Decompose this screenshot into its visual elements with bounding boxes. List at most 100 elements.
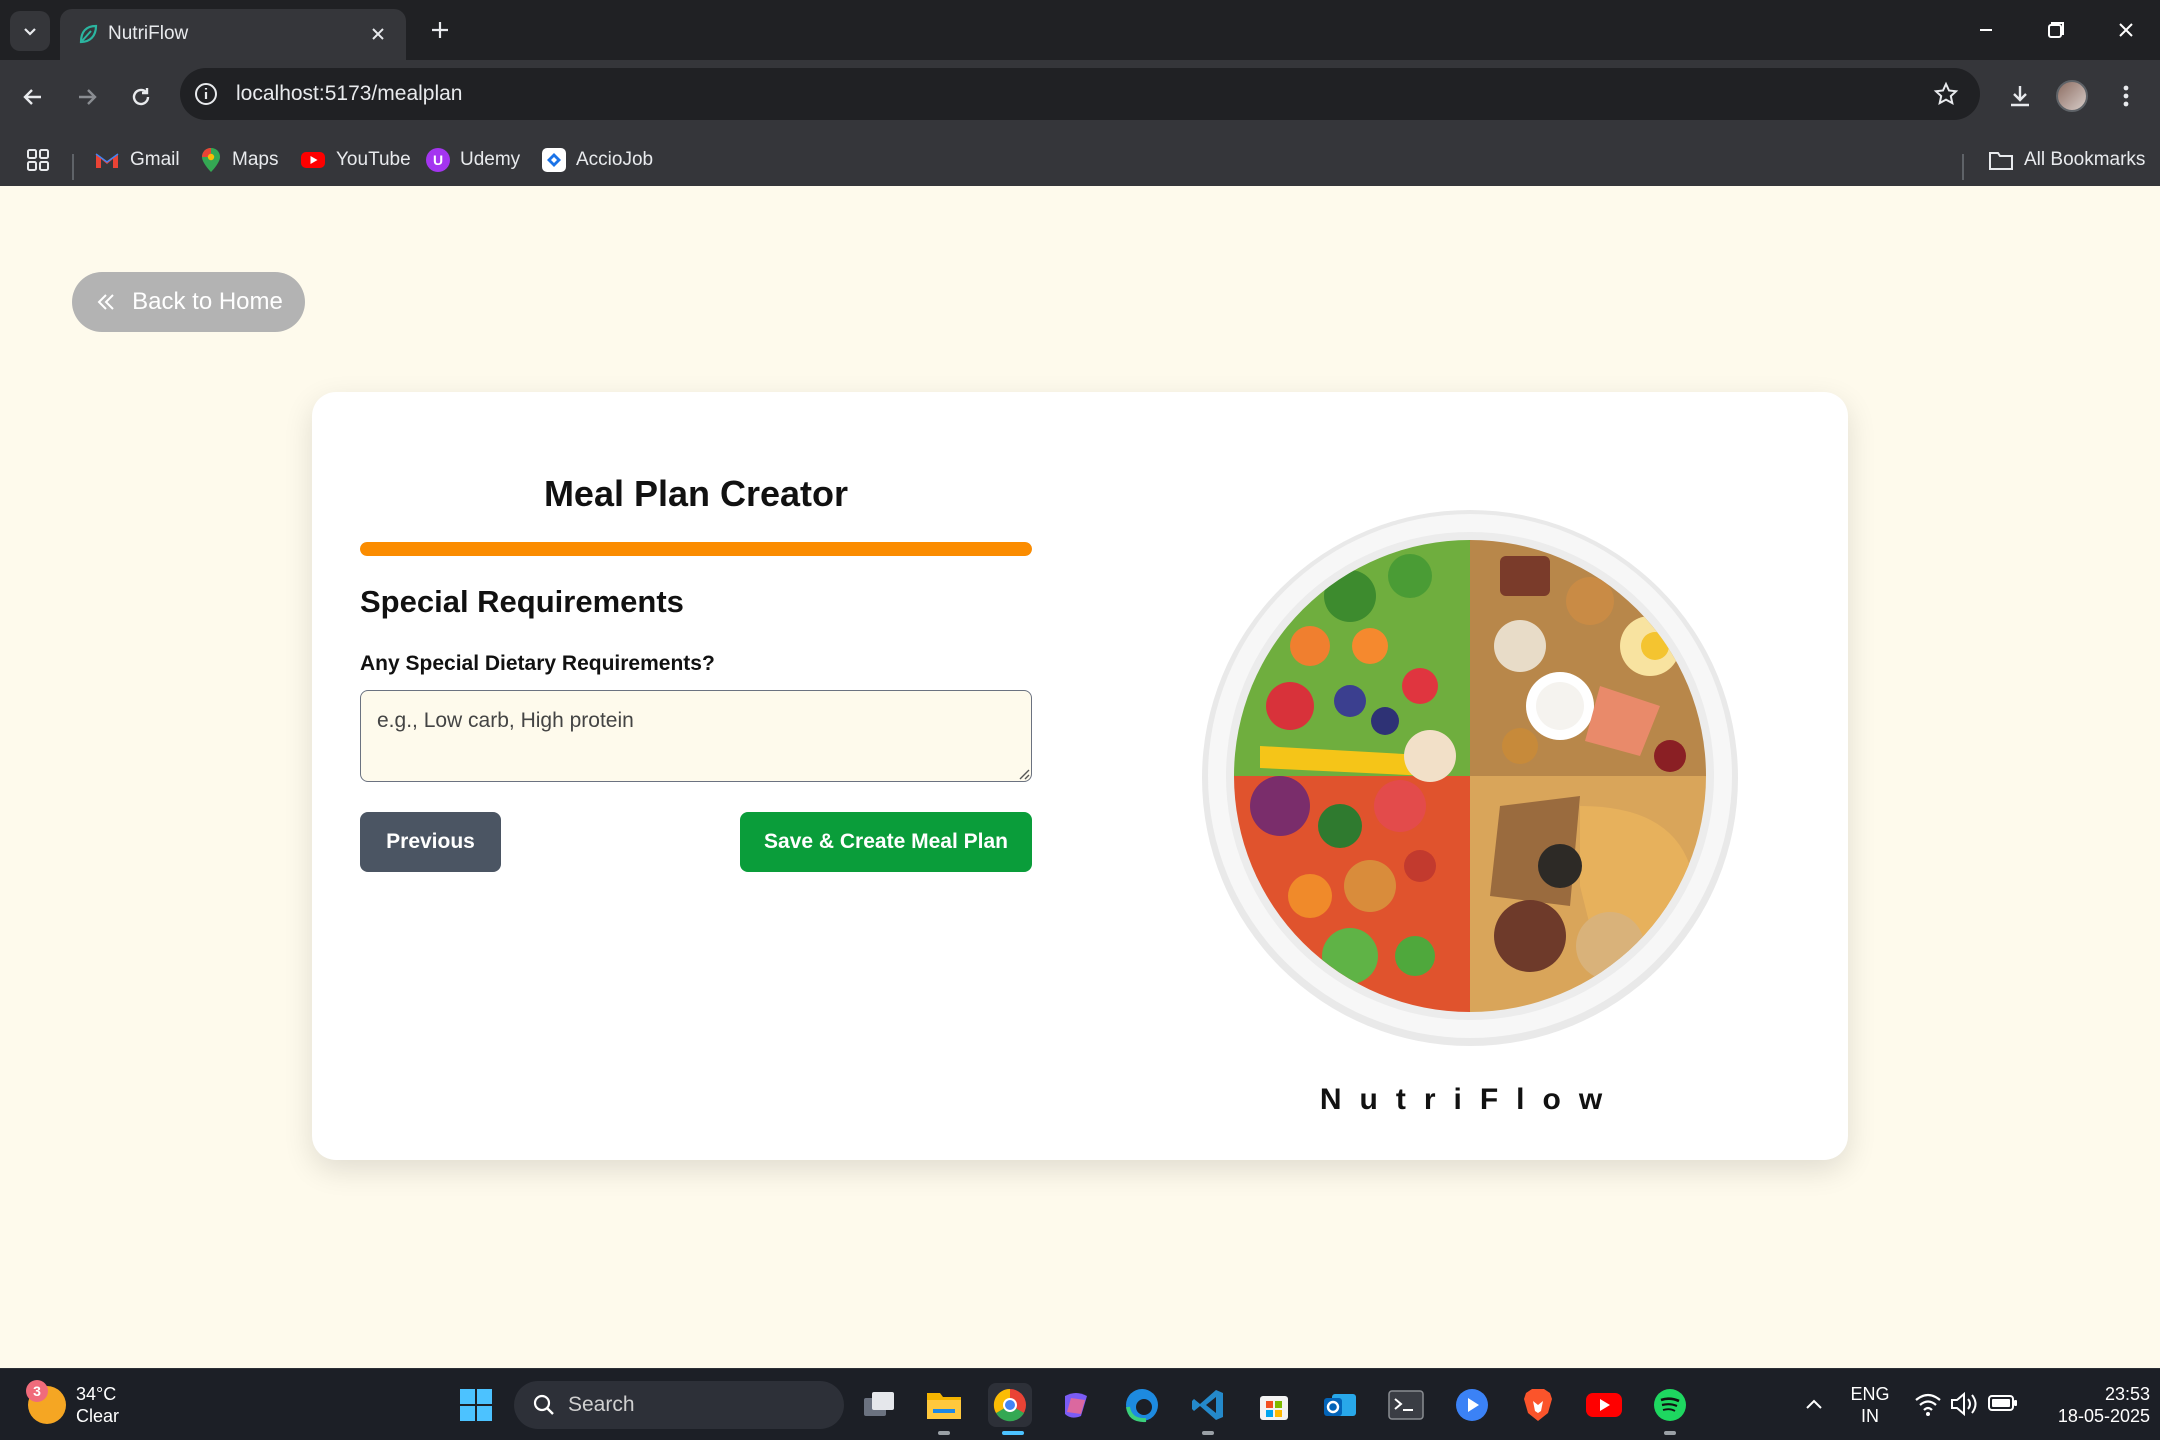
food-plate-image: [1202, 510, 1738, 1046]
bookmark-acciojob[interactable]: AccioJob: [542, 146, 653, 174]
bookmark-maps[interactable]: Maps: [200, 146, 278, 174]
vscode-icon: [1192, 1390, 1223, 1420]
file-explorer-button[interactable]: [922, 1383, 966, 1427]
start-button[interactable]: [454, 1383, 498, 1427]
avatar: [2056, 80, 2088, 112]
store-icon: [1260, 1396, 1288, 1420]
progress-bar-fill: [360, 542, 1032, 556]
close-window-icon[interactable]: [2110, 14, 2142, 46]
restore-icon[interactable]: [2040, 14, 2072, 46]
chrome-button[interactable]: [988, 1383, 1032, 1427]
udemy-icon: U: [426, 148, 450, 172]
moon-icon: 3: [26, 1380, 66, 1424]
downloads-button[interactable]: [2002, 78, 2038, 114]
bookmark-youtube[interactable]: YouTube: [300, 146, 411, 174]
gmail-icon: [95, 153, 119, 168]
meal-plan-card: Meal Plan Creator Special Requirements A…: [312, 392, 1848, 1160]
bookmark-label: Maps: [232, 149, 279, 170]
outlook-button[interactable]: [1318, 1383, 1362, 1427]
clock-date: 18-05-2025: [2057, 1406, 2150, 1426]
address-bar[interactable]: localhost:5173/mealplan: [180, 68, 1980, 120]
edge-button[interactable]: [1120, 1383, 1164, 1427]
bookmark-star-icon[interactable]: [1932, 80, 1960, 108]
profile-button[interactable]: [2054, 78, 2090, 114]
brave-button[interactable]: [1516, 1383, 1560, 1427]
volume-icon[interactable]: [1950, 1391, 1980, 1417]
chevron-up-icon[interactable]: [1802, 1393, 1826, 1417]
tab-search-button[interactable]: [10, 11, 50, 51]
brave-icon: [1524, 1389, 1552, 1421]
dietary-requirements-input[interactable]: [360, 690, 1032, 782]
save-create-meal-plan-button[interactable]: Save & Create Meal Plan: [740, 812, 1032, 872]
maps-icon: [202, 148, 220, 172]
new-tab-icon[interactable]: [424, 14, 456, 46]
chrome-icon: [993, 1388, 1026, 1422]
spotify-button[interactable]: [1648, 1383, 1692, 1427]
copilot-button[interactable]: [1054, 1383, 1098, 1427]
search-icon: [533, 1394, 554, 1415]
folder-icon: [1989, 152, 2013, 170]
running-indicator: [1202, 1431, 1214, 1435]
acciojob-icon: [542, 148, 566, 172]
spotify-icon: [1654, 1389, 1686, 1421]
bookmark-label: Gmail: [130, 149, 180, 170]
play-icon: [1456, 1389, 1488, 1421]
region-code: IN: [1861, 1406, 1879, 1426]
reload-button[interactable]: [122, 78, 160, 116]
terminal-icon: [1388, 1390, 1424, 1420]
bookmark-label: YouTube: [336, 149, 411, 170]
tab-title: NutriFlow: [108, 23, 189, 44]
back-to-home-label: Back to Home: [132, 288, 283, 315]
media-player-button[interactable]: [1450, 1383, 1494, 1427]
page-title: Meal Plan Creator: [543, 473, 849, 514]
bookmark-udemy[interactable]: U Udemy: [426, 146, 520, 174]
task-view-button[interactable]: [858, 1383, 902, 1427]
clock-time: 23:53: [2104, 1384, 2150, 1404]
notification-badge: 3: [26, 1380, 48, 1402]
brand-name: NutriFlow: [1319, 1083, 1621, 1116]
clock[interactable]: 23:53 18-05-2025: [2030, 1383, 2150, 1427]
back-nav-button[interactable]: [14, 78, 52, 116]
wifi-icon[interactable]: [1914, 1391, 1942, 1417]
vscode-button[interactable]: [1186, 1383, 1230, 1427]
all-bookmarks-button[interactable]: All Bookmarks: [1988, 146, 2145, 174]
bookmark-label: Udemy: [460, 149, 521, 170]
more-vertical-icon: [2123, 85, 2129, 107]
back-to-home-button[interactable]: Back to Home: [72, 272, 305, 332]
active-tab[interactable]: NutriFlow: [60, 9, 406, 60]
site-info-icon[interactable]: [192, 80, 220, 108]
arrow-right-icon: [79, 89, 97, 105]
search-label: Search: [568, 1393, 635, 1416]
ms-store-button[interactable]: [1252, 1383, 1296, 1427]
running-indicator: [1664, 1431, 1676, 1435]
arrow-left-icon: [23, 89, 41, 105]
language-code: ENG: [1850, 1384, 1890, 1404]
apps-grid-icon: [27, 149, 49, 171]
youtube-icon: [301, 152, 325, 168]
browser-tab-strip: NutriFlow: [0, 0, 2160, 60]
nutriflow-favicon-icon: [79, 24, 98, 44]
apps-button[interactable]: [26, 146, 50, 174]
task-view-icon: [864, 1392, 894, 1416]
terminal-button[interactable]: [1384, 1383, 1428, 1427]
forward-nav-button[interactable]: [68, 78, 106, 116]
youtube-app-button[interactable]: [1582, 1383, 1626, 1427]
language-indicator[interactable]: ENG IN: [1848, 1383, 1892, 1427]
weather-widget[interactable]: 3 34°C Clear: [26, 1380, 119, 1429]
running-indicator: [938, 1431, 950, 1435]
url-text: localhost:5173/mealplan: [236, 82, 463, 105]
bookmarks-bar: Gmail Maps YouTube U Udemy AccioJob All …: [0, 130, 2160, 186]
browser-menu-button[interactable]: [2108, 78, 2144, 114]
battery-icon[interactable]: [1988, 1393, 2018, 1413]
taskbar-search[interactable]: Search: [514, 1381, 844, 1429]
previous-button[interactable]: Previous: [360, 812, 501, 872]
copilot-icon: [1065, 1393, 1087, 1418]
minimize-icon[interactable]: [1970, 14, 2002, 46]
active-indicator: [1002, 1431, 1024, 1435]
bookmark-gmail[interactable]: Gmail: [94, 146, 180, 174]
windows-taskbar: 3 34°C Clear Search ENG IN 23:53 18-05-2…: [0, 1368, 2160, 1440]
outlook-icon: [1324, 1394, 1356, 1416]
close-tab-icon[interactable]: [366, 22, 390, 46]
resize-handle-icon[interactable]: [1016, 766, 1030, 780]
double-chevron-left-icon: [97, 294, 114, 310]
